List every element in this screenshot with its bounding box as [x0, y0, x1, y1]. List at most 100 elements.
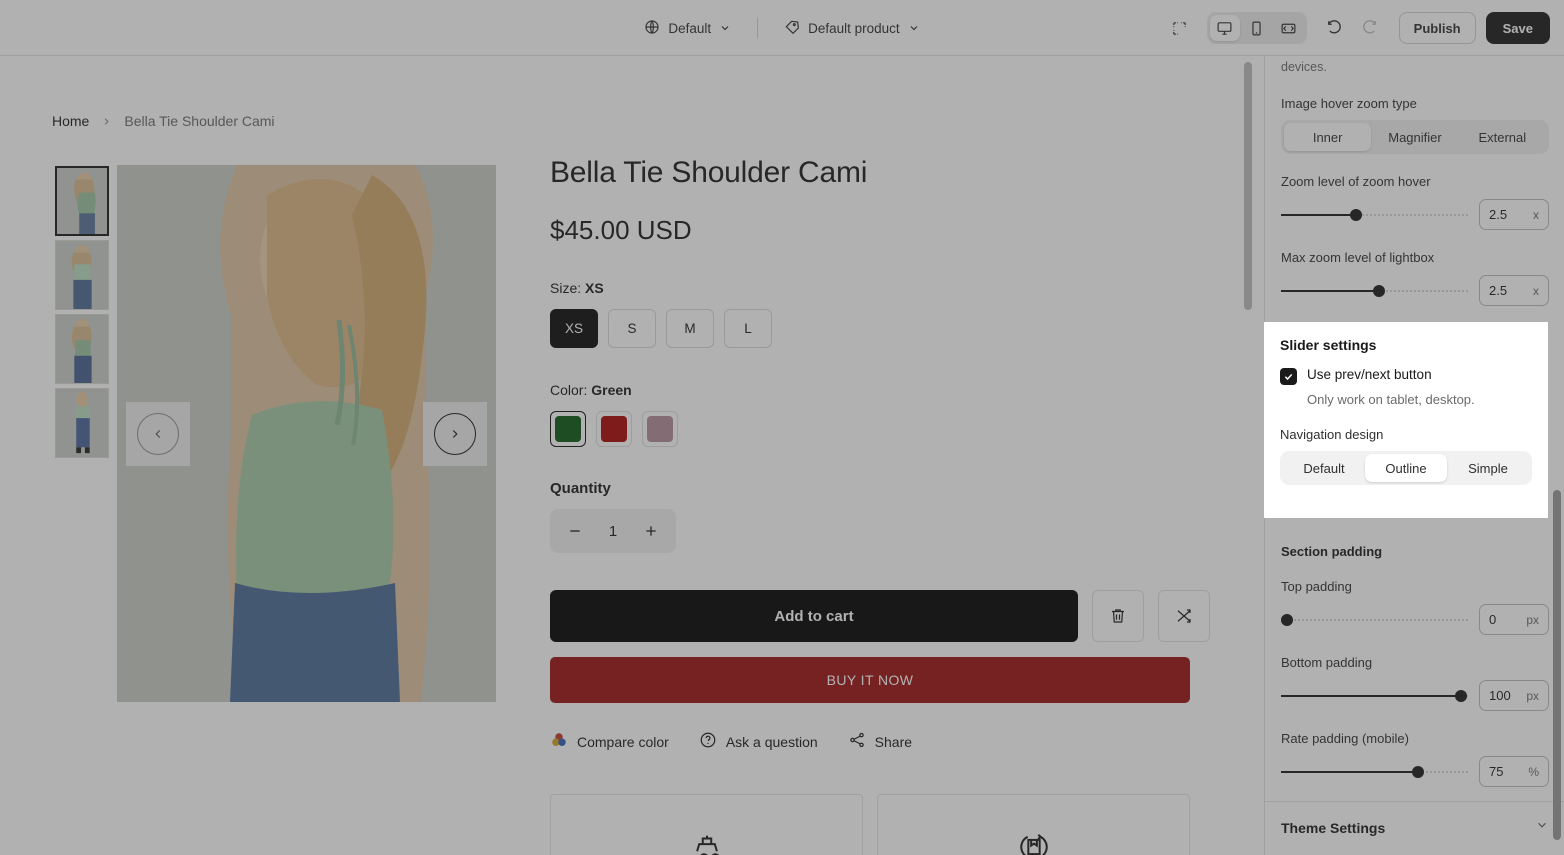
- navigation-design-default[interactable]: Default: [1283, 454, 1365, 482]
- save-button[interactable]: Save: [1485, 12, 1550, 44]
- rate-padding-mobile-input[interactable]: 75 %: [1479, 756, 1549, 788]
- color-option-mauve[interactable]: [642, 411, 678, 447]
- canvas-scrollbar[interactable]: [1244, 62, 1252, 848]
- color-option-value: Green: [591, 382, 632, 398]
- rate-padding-mobile-unit: %: [1528, 764, 1539, 779]
- toolbar-divider: [757, 18, 759, 38]
- gallery-thumb-3[interactable]: [55, 314, 109, 384]
- breadcrumb-home-link[interactable]: Home: [52, 113, 89, 129]
- max-zoom-lightbox-input[interactable]: 2.5 x: [1479, 275, 1549, 307]
- slider-knob[interactable]: [1412, 765, 1425, 778]
- size-option-s[interactable]: S: [608, 309, 656, 348]
- breadcrumb-current: Bella Tie Shoulder Cami: [124, 113, 275, 129]
- share-label: Share: [874, 733, 913, 750]
- rate-padding-mobile-row: 75 %: [1281, 756, 1549, 788]
- slider-knob[interactable]: [1280, 613, 1293, 626]
- canvas-scrollbar-thumb[interactable]: [1244, 62, 1252, 310]
- quantity-value: 1: [608, 522, 618, 540]
- tag-icon: [784, 19, 800, 38]
- ask-question-label: Ask a question: [725, 733, 818, 750]
- mobile-icon[interactable]: [1242, 15, 1272, 41]
- theme-settings-row[interactable]: Theme Settings: [1281, 802, 1549, 851]
- color-option-red[interactable]: [596, 411, 632, 447]
- color-option-green[interactable]: [550, 411, 586, 447]
- hover-zoom-help-text: devices.: [1281, 60, 1327, 74]
- navigation-design-simple[interactable]: Simple: [1447, 454, 1529, 482]
- bottom-padding-unit: px: [1526, 688, 1539, 703]
- gallery-next-button[interactable]: [423, 401, 487, 466]
- size-option-m[interactable]: M: [666, 309, 714, 348]
- section-padding-title: Section padding: [1281, 544, 1383, 560]
- zoom-level-hover-slider[interactable]: [1281, 205, 1469, 225]
- use-prev-next-help: Only work on tablet, desktop.: [1307, 392, 1475, 407]
- buy-it-now-button[interactable]: BUY IT NOW: [550, 657, 1190, 703]
- top-padding-input[interactable]: 0 px: [1479, 604, 1549, 636]
- question-circle-icon: [699, 731, 717, 752]
- hover-zoom-type-inner[interactable]: Inner: [1284, 123, 1372, 152]
- plus-icon[interactable]: [640, 520, 662, 542]
- fullwidth-icon[interactable]: [1274, 15, 1304, 41]
- selection-cursor-icon[interactable]: [1165, 13, 1195, 43]
- product-selector[interactable]: Default product: [774, 13, 930, 44]
- top-padding-label: Top padding: [1281, 579, 1352, 595]
- gallery-prev-button[interactable]: [126, 401, 190, 466]
- publish-button[interactable]: Publish: [1398, 12, 1476, 44]
- color-option-label: Color: Green: [550, 382, 1210, 398]
- locale-selector[interactable]: Default: [634, 13, 741, 44]
- slider-fill: [1281, 289, 1379, 292]
- shuffle-icon[interactable]: [1158, 590, 1210, 642]
- gallery-main-image[interactable]: [117, 165, 496, 702]
- navigation-design-outline[interactable]: Outline: [1365, 454, 1447, 482]
- chevron-right-icon: [434, 412, 476, 455]
- max-zoom-lightbox-slider[interactable]: [1281, 281, 1469, 301]
- zoom-level-hover-input[interactable]: 2.5 x: [1479, 199, 1549, 231]
- settings-panel-scrollbar-thumb[interactable]: [1553, 490, 1561, 840]
- gallery-thumb-1[interactable]: [55, 166, 109, 236]
- zoom-level-hover-row: 2.5 x: [1281, 199, 1549, 231]
- undo-icon[interactable]: [1319, 13, 1349, 43]
- hover-zoom-type-magnifier[interactable]: Magnifier: [1371, 123, 1458, 151]
- shipping-info-card: [550, 794, 863, 855]
- color-option-prefix: Color:: [550, 382, 588, 398]
- size-option-xs[interactable]: XS: [550, 309, 598, 348]
- desktop-icon[interactable]: [1209, 15, 1240, 41]
- share-action[interactable]: Share: [848, 731, 912, 752]
- max-zoom-lightbox-row: 2.5 x: [1281, 275, 1549, 307]
- product-info-cards: [550, 794, 1210, 855]
- breadcrumb: Home Bella Tie Shoulder Cami: [52, 113, 275, 129]
- top-padding-unit: px: [1526, 612, 1539, 627]
- product-label: Default product: [808, 20, 900, 36]
- slider-fill: [1281, 213, 1357, 216]
- bottom-padding-slider[interactable]: [1281, 686, 1469, 706]
- redo-icon: [1355, 13, 1385, 43]
- chevron-down-icon: [719, 22, 731, 34]
- ask-question-action[interactable]: Ask a question: [699, 731, 818, 752]
- settings-panel-scrollbar[interactable]: [1553, 56, 1561, 855]
- bottom-padding-input[interactable]: 100 px: [1479, 680, 1549, 712]
- gallery-thumb-4[interactable]: [55, 388, 109, 458]
- slider-knob[interactable]: [1372, 284, 1385, 297]
- preview-canvas-wrapper: Home Bella Tie Shoulder Cami Bella Tie S…: [10, 56, 1254, 855]
- rate-padding-mobile-slider[interactable]: [1281, 762, 1469, 782]
- gallery-thumb-2[interactable]: [55, 240, 109, 310]
- locale-label: Default: [668, 20, 712, 36]
- top-padding-slider[interactable]: [1280, 610, 1469, 630]
- minus-icon[interactable]: [564, 520, 586, 542]
- storefront-preview: Home Bella Tie Shoulder Cami Bella Tie S…: [10, 56, 1254, 855]
- slider-knob[interactable]: [1455, 689, 1468, 702]
- hover-zoom-type-external[interactable]: External: [1459, 123, 1546, 151]
- top-padding-value: 0: [1489, 612, 1497, 628]
- compare-color-icon: [550, 731, 568, 752]
- max-zoom-lightbox-unit: x: [1533, 283, 1539, 298]
- compare-color-action[interactable]: Compare color: [550, 731, 669, 752]
- slider-fill: [1281, 694, 1462, 697]
- use-prev-next-row: Use prev/next button: [1280, 367, 1532, 385]
- size-option-l[interactable]: L: [724, 309, 772, 348]
- slider-knob[interactable]: [1350, 208, 1363, 221]
- add-to-cart-button[interactable]: Add to cart: [550, 590, 1078, 642]
- use-prev-next-checkbox[interactable]: [1280, 368, 1297, 385]
- rate-padding-mobile-value: 75: [1489, 764, 1504, 780]
- chevron-down-icon: [908, 22, 920, 34]
- trash-icon[interactable]: [1092, 590, 1144, 642]
- color-swatch-mauve: [647, 416, 673, 442]
